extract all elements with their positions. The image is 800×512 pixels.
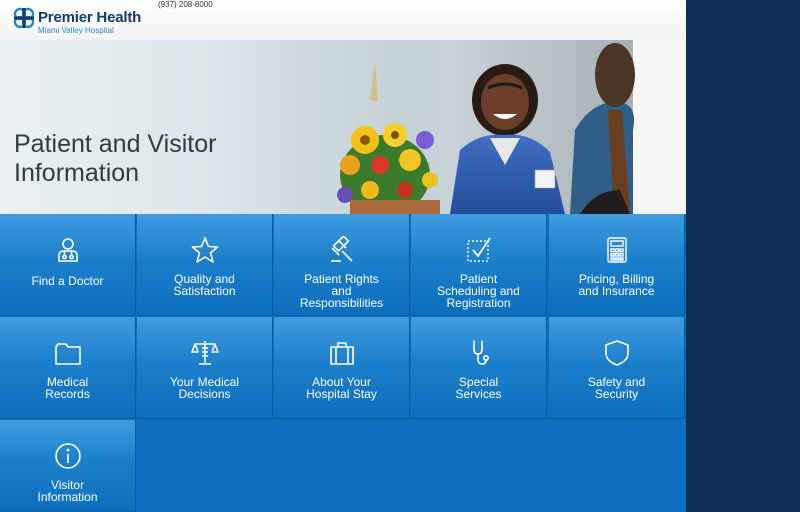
folder-icon <box>54 343 81 365</box>
page-title: Patient and Visitor Information <box>14 130 314 188</box>
tile-label-line2: Satisfaction <box>173 284 236 298</box>
side-panel <box>686 0 800 512</box>
app-window: Premier Health Miami Valley Hospital (93… <box>0 0 686 512</box>
tile-label: About Your Hospital Stay <box>278 376 405 400</box>
doctor-icon <box>57 238 78 262</box>
calculator-icon <box>606 237 627 263</box>
tile-label-line2: Services <box>455 387 502 401</box>
checkbox-icon <box>466 237 491 262</box>
tile-label: Special Services <box>415 376 542 400</box>
tile-label-line3: Registration <box>446 296 511 310</box>
tile-label: Patient Rights and Responsibilities <box>278 273 405 309</box>
hospital-name: Miami Valley Hospital <box>38 26 114 35</box>
tile-label: Quality and Satisfaction <box>141 273 268 297</box>
tile-special-services[interactable]: Special Services <box>411 317 547 419</box>
tile-visitor-information[interactable]: Visitor Information <box>0 420 136 512</box>
page-title-line1: Patient and Visitor <box>14 130 217 158</box>
tile-find-a-doctor[interactable]: Find a Doctor <box>0 214 136 316</box>
tile-pricing-billing[interactable]: Pricing, Billing and Insurance <box>549 214 685 316</box>
logo-icon <box>13 7 35 29</box>
phone-number[interactable]: (937) 208-8000 <box>158 0 213 9</box>
header-bar: Premier Health Miami Valley Hospital (93… <box>0 0 686 41</box>
gavel-icon <box>330 236 353 262</box>
tile-patient-rights[interactable]: Patient Rights and Responsibilities <box>274 214 410 316</box>
tile-label-line2: Decisions <box>178 387 231 401</box>
tile-label: Patient Scheduling and Registration <box>415 273 542 309</box>
brand-name: Premier Health <box>38 9 142 26</box>
tile-label-line2: Information <box>37 490 98 504</box>
suitcase-icon <box>329 342 354 365</box>
tile-label: Visitor Information <box>4 479 131 503</box>
tile-patient-scheduling[interactable]: Patient Scheduling and Registration <box>411 214 547 316</box>
tile-label-line2: Records <box>45 387 90 401</box>
tile-label: Find a Doctor <box>4 275 131 287</box>
tile-label-line3: Responsibilities <box>299 296 384 310</box>
tile-label-line2: Security <box>594 387 639 401</box>
tile-quality-and-satisfaction[interactable]: Quality and Satisfaction <box>137 214 273 316</box>
tile-medical-records[interactable]: Medical Records <box>0 317 136 419</box>
tile-label-line2: and Insurance <box>578 284 655 298</box>
tile-your-medical-decisions[interactable]: Your Medical Decisions <box>137 317 273 419</box>
tile-about-your-hospital-stay[interactable]: About Your Hospital Stay <box>274 317 410 419</box>
tile-label-line1: Find a Doctor <box>31 274 104 288</box>
tile-label: Medical Records <box>4 376 131 400</box>
tile-label: Pricing, Billing and Insurance <box>553 273 680 297</box>
tile-label-line2: Hospital Stay <box>306 387 377 401</box>
tile-label: Your Medical Decisions <box>141 376 268 400</box>
star-icon <box>191 237 218 263</box>
tile-safety-and-security[interactable]: Safety and Security <box>549 317 685 419</box>
premier-health-logo[interactable]: Premier Health Miami Valley Hospital <box>12 6 182 36</box>
hero-banner: Patient and Visitor Information <box>0 40 686 214</box>
scales-icon <box>190 341 219 365</box>
shield-icon <box>604 340 629 366</box>
tile-label: Safety and Security <box>553 376 680 400</box>
stethoscope-icon <box>472 340 489 365</box>
page-title-line2: Information <box>14 159 140 187</box>
info-icon <box>54 443 81 469</box>
hero-photo <box>330 40 686 214</box>
